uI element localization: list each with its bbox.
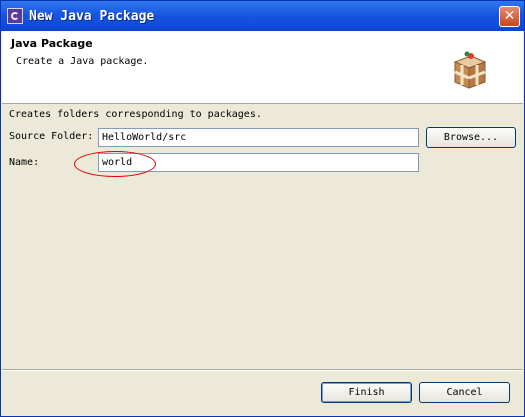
finish-button[interactable]: Finish	[321, 382, 412, 403]
name-label: Name:	[9, 157, 40, 168]
window-title: New Java Package	[29, 9, 155, 24]
cancel-button[interactable]: Cancel	[419, 382, 510, 403]
close-button[interactable]: ✕	[499, 6, 520, 27]
source-folder-input[interactable]	[98, 128, 419, 147]
source-folder-label: Source Folder:	[9, 131, 94, 142]
title-bar[interactable]: New Java Package ✕	[1, 1, 524, 31]
new-java-package-dialog: New Java Package ✕ Java Package Create a…	[0, 0, 525, 417]
close-icon: ✕	[503, 8, 516, 24]
browse-button[interactable]: Browse...	[426, 127, 516, 148]
wizard-description: Create a Java package.	[16, 56, 149, 67]
wizard-title: Java Package	[11, 37, 93, 50]
eclipse-app-icon	[7, 8, 23, 24]
wizard-header: Java Package Create a Java package.	[2, 31, 523, 104]
info-text: Creates folders corresponding to package…	[9, 109, 262, 120]
package-icon	[453, 51, 487, 89]
footer-divider	[2, 369, 523, 371]
package-name-input[interactable]	[98, 153, 419, 172]
